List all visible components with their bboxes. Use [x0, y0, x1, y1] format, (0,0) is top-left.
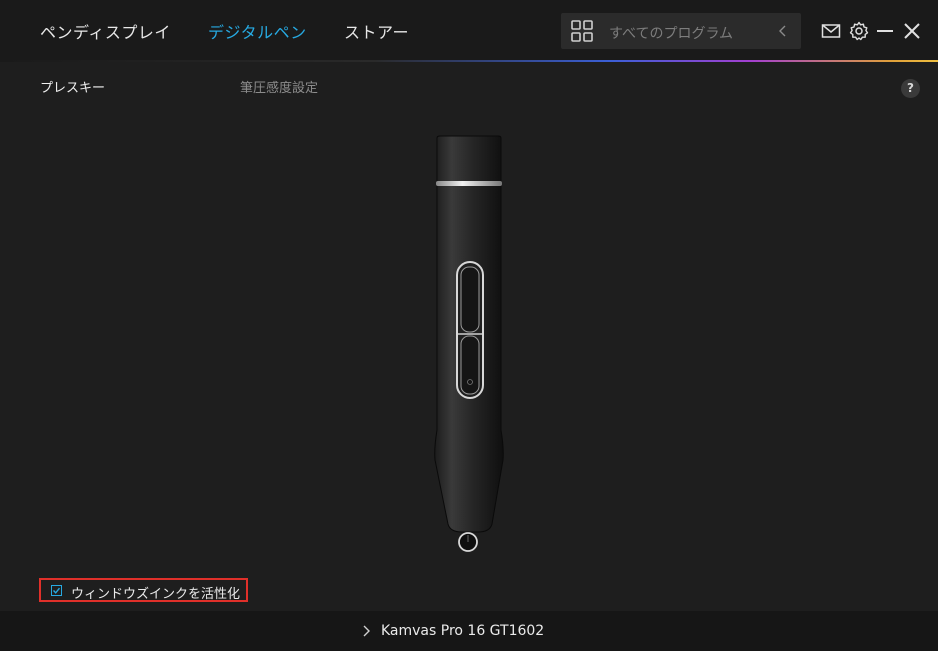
pen-ring	[436, 181, 502, 186]
header-divider	[0, 60, 938, 62]
tab-digital-pen[interactable]: デジタルペン	[208, 19, 307, 43]
pen-upper-button	[460, 266, 480, 333]
top-bar: ペンディスプレイ デジタルペン ストアー すべてのプログラム	[0, 0, 938, 60]
checkmark-icon	[52, 587, 61, 594]
device-name[interactable]: Kamvas Pro 16 GT1602	[381, 623, 544, 639]
close-icon[interactable]	[902, 21, 922, 41]
pen-lower-button	[460, 335, 480, 395]
windows-ink-label: ウィンドウズインクを活性化	[71, 587, 241, 602]
chevron-left-icon[interactable]	[775, 22, 791, 40]
gear-icon[interactable]	[849, 21, 869, 41]
program-selector[interactable]: すべてのプログラム	[561, 13, 801, 49]
chevron-right-icon[interactable]	[361, 624, 371, 638]
minimize-icon[interactable]	[875, 21, 895, 41]
subtab-press-keys[interactable]: プレスキー	[40, 77, 105, 96]
tab-pen-display[interactable]: ペンディスプレイ	[40, 19, 171, 43]
help-icon[interactable]: ?	[901, 79, 920, 98]
device-footer: Kamvas Pro 16 GT1602	[0, 611, 938, 651]
windows-ink-checkbox[interactable]	[51, 585, 62, 596]
tab-store[interactable]: ストアー	[344, 19, 409, 43]
mail-icon[interactable]	[821, 21, 841, 41]
subtab-pressure-sensitivity[interactable]: 筆圧感度設定	[240, 77, 318, 96]
program-selector-text: すべてのプログラム	[609, 26, 734, 42]
grid-icon[interactable]	[571, 20, 593, 42]
windows-ink-option[interactable]: ウィンドウズインクを活性化	[39, 578, 248, 602]
pen-image	[434, 135, 504, 552]
